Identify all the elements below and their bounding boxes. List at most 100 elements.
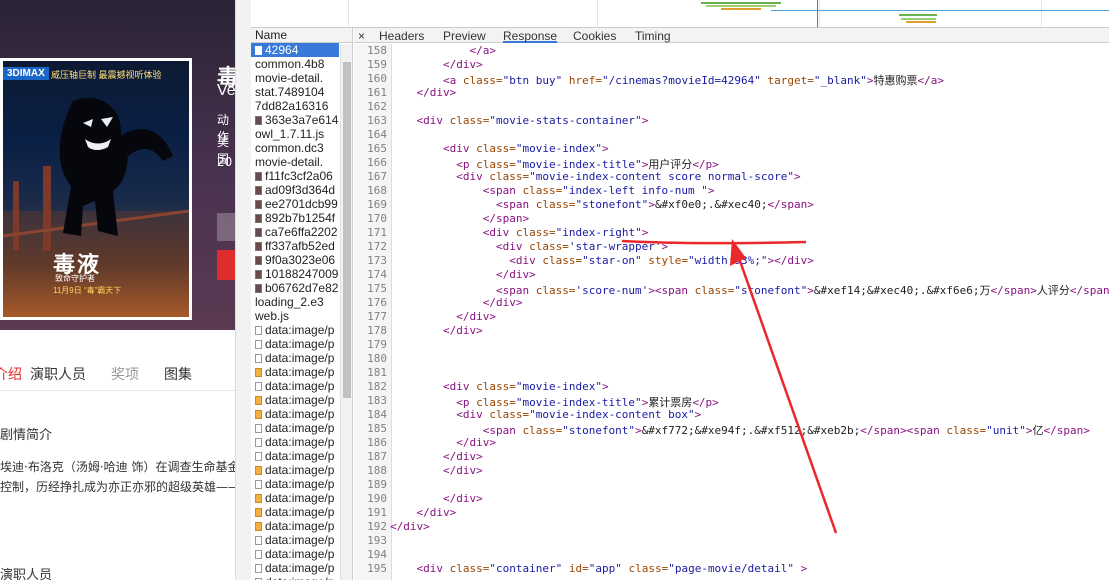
request-name: 42964	[265, 43, 299, 57]
request-row[interactable]: data:image/p	[251, 505, 339, 519]
scrollbar-thumb[interactable]	[343, 62, 351, 398]
request-row[interactable]: data:image/p	[251, 323, 339, 337]
request-name: data:image/p	[265, 575, 334, 580]
tab-awards[interactable]: 奖项	[111, 364, 139, 384]
image-icon	[255, 228, 262, 237]
code-token: class=	[449, 562, 490, 575]
line-code: <div class="container" id="app" class="p…	[390, 562, 807, 575]
request-row[interactable]: data:image/p	[251, 477, 339, 491]
line-code: </div>	[390, 268, 536, 281]
request-row[interactable]: f11fc3cf2a06	[251, 169, 339, 183]
request-name: data:image/p	[265, 435, 335, 449]
request-row[interactable]: data:image/p	[251, 393, 339, 407]
request-row[interactable]: data:image/p	[251, 519, 339, 533]
movie-poster-frame[interactable]: 3DIMAX 威压轴巨制 最震撼视听体验 毒液 11月9日 “毒”霸天下 致命守…	[0, 58, 192, 320]
tab-headers[interactable]: Headers	[379, 28, 424, 44]
code-token: >	[794, 562, 808, 575]
request-row[interactable]: 42964	[251, 43, 339, 57]
tab-timing[interactable]: Timing	[635, 28, 671, 44]
request-row[interactable]: data:image/p	[251, 421, 339, 435]
code-token: </div>	[390, 520, 430, 533]
code-token: class=	[621, 562, 669, 575]
close-icon[interactable]: ×	[358, 28, 365, 44]
request-row[interactable]: loading_2.e3	[251, 295, 339, 309]
request-name: b06762d7e82	[265, 281, 339, 295]
request-row[interactable]: data:image/p	[251, 533, 339, 547]
request-row[interactable]: ad09f3d364d	[251, 183, 339, 197]
document-icon	[255, 438, 262, 447]
request-row[interactable]: movie-detail.	[251, 155, 339, 169]
code-token: "stonefont"	[734, 284, 808, 297]
line-code: </a>	[390, 44, 496, 57]
request-row[interactable]: common.dc3	[251, 141, 339, 155]
request-row[interactable]: 892b7b1254f	[251, 211, 339, 225]
request-name: movie-detail.	[255, 155, 324, 169]
request-row[interactable]: data:image/p	[251, 379, 339, 393]
timeline-bar	[771, 10, 1109, 11]
request-row[interactable]: data:image/p	[251, 435, 339, 449]
timeline-bar	[706, 5, 776, 7]
document-icon	[255, 550, 262, 559]
request-row[interactable]: b06762d7e82	[251, 281, 339, 295]
line-code: </div>	[390, 310, 496, 323]
request-row[interactable]: ca7e6ffa2202	[251, 225, 339, 239]
request-list-scrollbar[interactable]	[340, 44, 352, 580]
request-row[interactable]: data:image/p	[251, 337, 339, 351]
request-row[interactable]: data:image/p	[251, 407, 339, 421]
image-icon	[255, 186, 262, 195]
tab-gallery[interactable]: 图集	[164, 364, 192, 384]
line-number: 165	[367, 142, 387, 155]
request-row[interactable]: web.js	[251, 309, 339, 323]
request-row[interactable]: 9f0a3023e06	[251, 253, 339, 267]
line-code: </div>	[390, 506, 456, 519]
request-row[interactable]: data:image/p	[251, 449, 339, 463]
column-header-name[interactable]: Name	[251, 28, 352, 43]
request-row[interactable]: data:image/p	[251, 365, 339, 379]
request-row[interactable]: 363e3a7e614	[251, 113, 339, 127]
request-row[interactable]: owl_1.7.11.js	[251, 127, 339, 141]
code-token: class=	[529, 240, 569, 253]
code-token: </a>	[917, 74, 945, 87]
code-token: class=	[489, 408, 530, 421]
request-row[interactable]: data:image/p	[251, 561, 339, 575]
image-icon	[255, 214, 262, 223]
request-name: data:image/p	[265, 323, 335, 337]
want-to-see-button[interactable]	[217, 213, 235, 241]
response-source-view[interactable]: 158 </a> 159 </div> 160 <a class="btn buy"…	[354, 44, 1109, 580]
movie-release: 20	[217, 155, 233, 169]
tab-response[interactable]: Response	[503, 28, 558, 43]
request-row[interactable]: data:image/p	[251, 351, 339, 365]
request-name: ca7e6ffa2202	[265, 225, 338, 239]
code-token: >	[641, 114, 649, 127]
request-row[interactable]: common.4b8	[251, 57, 339, 71]
code-token: 亿	[1032, 424, 1044, 437]
request-row[interactable]: data:image/p	[251, 575, 339, 580]
tab-cookies[interactable]: Cookies	[573, 28, 616, 44]
line-code: </div>	[390, 296, 523, 309]
code-token: </div>	[390, 86, 457, 99]
page-scrollbar[interactable]	[235, 0, 251, 580]
timeline-bar	[701, 2, 781, 4]
rate-button[interactable]	[217, 250, 235, 280]
request-row[interactable]: stat.7489104	[251, 85, 339, 99]
request-row[interactable]: ff337afb52ed	[251, 239, 339, 253]
document-icon	[255, 480, 262, 489]
tab-preview[interactable]: Preview	[443, 28, 486, 44]
tab-intro[interactable]: 介绍	[0, 364, 22, 384]
request-row[interactable]: 7dd82a16316	[251, 99, 339, 113]
tab-cast[interactable]: 演职人员	[30, 364, 86, 384]
line-number: 189	[367, 478, 387, 491]
line-code: <a class="btn buy" href="/cinemas?movieI…	[390, 72, 944, 88]
request-row[interactable]: data:image/p	[251, 491, 339, 505]
line-number: 185	[367, 422, 387, 435]
request-row[interactable]: 10188247009	[251, 267, 339, 281]
request-row[interactable]: data:image/p	[251, 463, 339, 477]
line-number: 160	[367, 72, 387, 85]
image-icon	[255, 256, 262, 265]
request-row[interactable]: data:image/p	[251, 547, 339, 561]
request-row[interactable]: movie-detail.	[251, 71, 339, 85]
request-row[interactable]: ee2701dcb99	[251, 197, 339, 211]
network-timeline-overview[interactable]	[251, 0, 1109, 28]
line-code: <div class="movie-index">	[390, 380, 609, 393]
code-token: <div	[390, 562, 450, 575]
